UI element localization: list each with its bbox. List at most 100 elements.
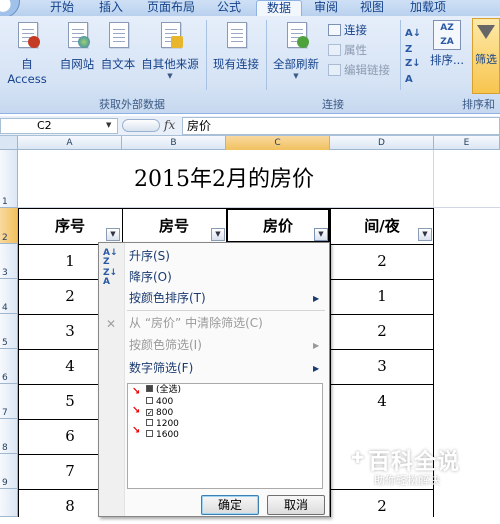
checkbox-icon [146, 419, 153, 426]
menu-item-filter-by-color[interactable]: 按颜色筛选(I) [129, 335, 202, 355]
menu-item-sort-ascending[interactable]: 升序(S) [129, 246, 170, 266]
filter-value-list[interactable]: ↘ (全选) 400 ↘ ✓ 800 1200 ↘ 1600 [127, 383, 323, 489]
globe-icon [78, 36, 90, 48]
filter-button[interactable]: 筛选 [472, 18, 500, 94]
filter-dropdown-button-c[interactable]: ▼ [314, 228, 328, 241]
checkbox-select-all[interactable]: (全选) [146, 385, 181, 396]
tab-formulas[interactable]: 公式 [208, 0, 250, 16]
submenu-arrow-icon: ▶ [313, 294, 320, 303]
sort-z-a-button[interactable]: Z↓ A [405, 56, 421, 85]
row-header-6[interactable]: 6 [0, 349, 18, 384]
from-text-button[interactable]: 自文本 [98, 20, 138, 72]
chevron-down-icon: ▼ [167, 72, 173, 80]
column-header-a[interactable]: A [18, 136, 122, 150]
row-header-8[interactable]: 8 [0, 419, 18, 454]
filter-dropdown-button-b[interactable]: ▼ [211, 228, 225, 241]
edit-links-button[interactable]: 编辑链接 [328, 62, 390, 78]
row-header-10[interactable] [0, 489, 18, 517]
filter-dropdown-button-a[interactable]: ▼ [106, 228, 120, 241]
tab-home[interactable]: 开始 [40, 0, 84, 16]
tab-data[interactable]: 数据 [256, 0, 302, 16]
checkbox-value-400[interactable]: 400 [146, 397, 173, 408]
clear-filter-icon: ✕ [106, 317, 117, 331]
group-divider [206, 20, 207, 90]
tab-review[interactable]: 审阅 [308, 0, 344, 16]
text-file-icon [109, 22, 129, 48]
checkbox-value-1600[interactable]: 1600 [146, 430, 179, 441]
select-all-corner[interactable] [0, 136, 18, 150]
from-other-sources-button[interactable]: 自其他来源 ▼ [138, 20, 202, 80]
chevron-down-icon: ▼ [293, 72, 299, 80]
red-arrow-annotation: ↘ [132, 405, 141, 416]
checkbox-checked-icon: ✓ [146, 409, 153, 417]
tab-add-ins[interactable]: 加载项 [400, 0, 456, 16]
from-access-button[interactable]: 自 Access [0, 20, 54, 86]
refresh-all-button[interactable]: 全部刷新 ▼ [268, 20, 324, 80]
sort-button[interactable]: AZ ZA 排序... [426, 20, 468, 68]
autofilter-menu: A↓ Z 升序(S) Z↓ A 降序(O) 按颜色排序(T) ▶ ✕ 从 “房价” … [98, 242, 330, 517]
cell-d10[interactable]: 2 [330, 489, 434, 524]
properties-button[interactable]: 属性 [328, 42, 367, 58]
menu-item-clear-filter[interactable]: 从 “房价” 中清除筛选(C) [129, 313, 263, 333]
row-header-9[interactable]: 9 [0, 454, 18, 489]
tab-page-layout[interactable]: 页面布局 [140, 0, 202, 16]
checkbox-icon [146, 397, 153, 404]
checkbox-value-800[interactable]: ✓ 800 [146, 408, 173, 419]
existing-connections-button[interactable]: 现有连接 [208, 20, 264, 72]
from-web-button[interactable]: 自网站 [56, 20, 98, 72]
row-header-7[interactable]: 7 [0, 384, 18, 419]
menu-item-sort-by-color[interactable]: 按颜色排序(T) [129, 288, 206, 308]
column-header-b[interactable]: B [122, 136, 226, 150]
access-icon [28, 36, 40, 48]
properties-icon [328, 44, 341, 56]
row-header-2[interactable]: 2 [0, 208, 18, 244]
cell-d3[interactable]: 2 [330, 244, 434, 279]
menu-separator [127, 310, 325, 311]
cell-d4[interactable]: 1 [330, 279, 434, 314]
group-label-connections: 连接 [322, 98, 344, 111]
cell-d7[interactable]: 4 [330, 384, 434, 419]
submenu-arrow-icon: ▶ [313, 341, 320, 350]
menu-item-sort-descending[interactable]: 降序(O) [129, 267, 172, 287]
column-header-c[interactable]: C [226, 136, 330, 150]
row-header-1[interactable]: 1 [0, 150, 18, 208]
group-divider [266, 20, 267, 90]
sort-ascending-icon: A↓ Z [103, 248, 118, 267]
connections-icon [328, 24, 341, 36]
filter-dropdown-button-d[interactable]: ▼ [418, 228, 432, 241]
cell-d6[interactable]: 3 [330, 349, 434, 384]
ok-button[interactable]: 确定 [201, 495, 259, 515]
insert-function-button[interactable]: fx [164, 118, 175, 132]
watermark-subtitle: 助你轻松解决 [374, 474, 440, 487]
group-label-sort-filter: 排序和 [462, 98, 495, 110]
sheet-title[interactable]: 2015年2月的房价 [18, 160, 430, 200]
row-header-4[interactable]: 4 [0, 279, 18, 314]
database-icon [171, 36, 183, 48]
checkbox-value-1200[interactable]: 1200 [146, 419, 179, 430]
menu-item-number-filters[interactable]: 数字筛选(F) [129, 358, 193, 378]
checkbox-icon [146, 430, 153, 437]
column-header-e[interactable]: E [434, 136, 500, 150]
row-header-5[interactable]: 5 [0, 314, 18, 349]
checkbox-indeterminate-icon [146, 385, 153, 392]
tab-insert[interactable]: 插入 [90, 0, 132, 16]
column-header-d[interactable]: D [330, 136, 434, 150]
row-header-3[interactable]: 3 [0, 244, 18, 279]
sort-dialog-icon: AZ ZA [433, 20, 461, 50]
cancel-button[interactable]: 取消 [267, 495, 325, 515]
name-box-dropdown-icon[interactable]: ▼ [106, 121, 111, 129]
red-arrow-annotation: ↘ [132, 386, 141, 397]
cell-d5[interactable]: 2 [330, 314, 434, 349]
name-box[interactable]: C2 [0, 118, 118, 134]
connections-button[interactable]: 连接 [328, 22, 367, 38]
existing-connections-icon [227, 22, 247, 48]
refresh-icon [297, 36, 309, 48]
red-arrow-annotation: ↘ [132, 425, 141, 436]
group-label-get-external: 获取外部数据 [99, 98, 165, 111]
sort-a-z-button[interactable]: A↓ Z [405, 26, 421, 55]
tab-view[interactable]: 视图 [352, 0, 392, 16]
watermark-logo-icon: ✚ [351, 448, 365, 467]
funnel-icon [477, 25, 495, 39]
formula-input[interactable]: 房价 [182, 117, 500, 135]
formula-bar-splitter[interactable] [122, 119, 160, 132]
